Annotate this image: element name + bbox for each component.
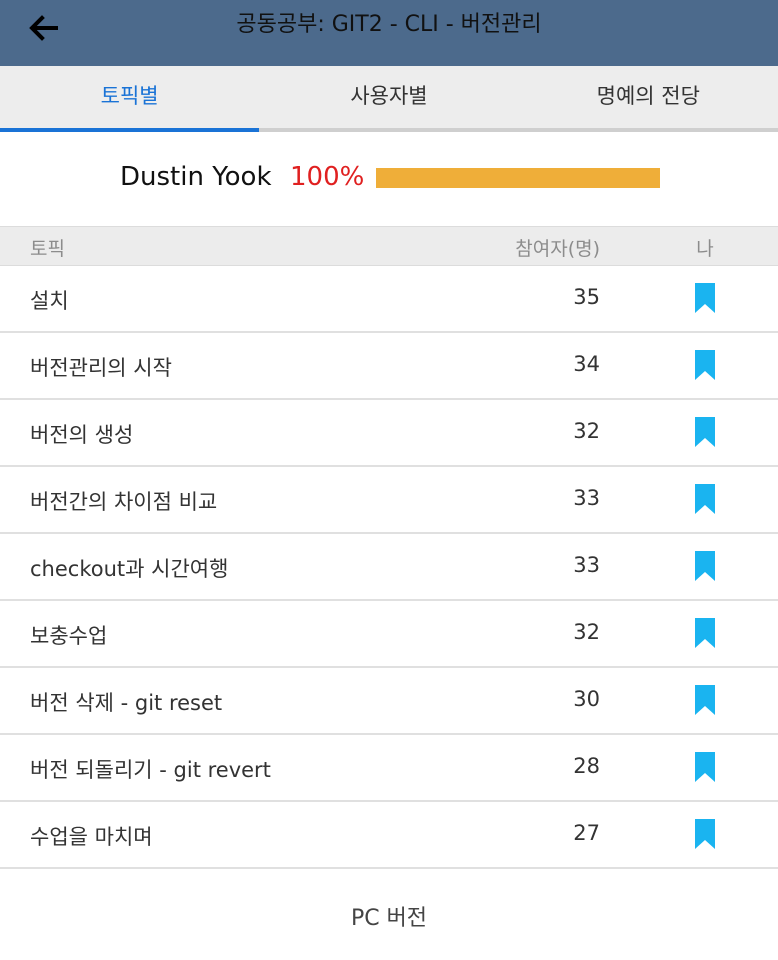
- participant-count: 35: [573, 285, 600, 309]
- participant-count: 33: [573, 553, 600, 577]
- table-header: 토픽 참여자(명) 나: [0, 226, 778, 266]
- bookmark-icon[interactable]: [695, 350, 715, 380]
- tab-by-topic[interactable]: 토픽별: [0, 66, 260, 132]
- bookmark-icon[interactable]: [695, 819, 715, 849]
- tab-bar: 토픽별 사용자별 명예의 전당: [0, 66, 778, 132]
- topic-title: 버전 삭제 - git reset: [30, 691, 223, 715]
- column-header-participants: 참여자(명): [515, 238, 600, 260]
- participant-count: 27: [573, 821, 600, 845]
- participant-count: 34: [573, 352, 600, 376]
- topic-title: 버전간의 차이점 비교: [30, 490, 218, 514]
- topic-title: checkout과 시간여행: [30, 557, 229, 581]
- table-row[interactable]: 버전 되돌리기 - git revert 28: [0, 735, 778, 802]
- topic-list: 설치 35 버전관리의 시작 34 버전의 생성 32 버전간의 차이점 비교 …: [0, 266, 778, 869]
- tab-hall-of-fame[interactable]: 명예의 전당: [519, 66, 778, 128]
- pc-version-link[interactable]: PC 버전: [0, 900, 778, 932]
- participant-count: 32: [573, 620, 600, 644]
- column-header-me: 나: [696, 238, 714, 260]
- table-row[interactable]: checkout과 시간여행 33: [0, 534, 778, 601]
- participant-count: 28: [573, 754, 600, 778]
- topic-title: 수업을 마치며: [30, 825, 153, 849]
- topic-title: 버전관리의 시작: [30, 356, 172, 380]
- bookmark-icon[interactable]: [695, 618, 715, 648]
- bookmark-icon[interactable]: [695, 484, 715, 514]
- table-row[interactable]: 버전관리의 시작 34: [0, 333, 778, 400]
- participant-count: 33: [573, 486, 600, 510]
- bookmark-icon[interactable]: [695, 417, 715, 447]
- user-progress-summary: Dustin Yook 100%: [0, 132, 778, 226]
- table-row[interactable]: 보충수업 32: [0, 601, 778, 668]
- bookmark-icon[interactable]: [695, 685, 715, 715]
- app-header: 공동공부: GIT2 - CLI - 버전관리: [0, 0, 778, 66]
- topic-title: 보충수업: [30, 624, 108, 648]
- progress-bar: [376, 168, 660, 188]
- table-row[interactable]: 버전의 생성 32: [0, 400, 778, 467]
- column-header-topic: 토픽: [30, 238, 65, 260]
- bookmark-icon[interactable]: [695, 551, 715, 581]
- user-percent: 100%: [290, 162, 365, 192]
- table-row[interactable]: 버전간의 차이점 비교 33: [0, 467, 778, 534]
- topic-title: 설치: [30, 289, 69, 313]
- topic-title: 버전 되돌리기 - git revert: [30, 758, 271, 782]
- progress-bar-fill: [376, 168, 660, 188]
- table-row[interactable]: 버전 삭제 - git reset 30: [0, 668, 778, 735]
- table-row[interactable]: 수업을 마치며 27: [0, 802, 778, 869]
- table-row[interactable]: 설치 35: [0, 266, 778, 333]
- tab-by-user[interactable]: 사용자별: [259, 66, 518, 128]
- bookmark-icon[interactable]: [695, 283, 715, 313]
- participant-count: 32: [573, 419, 600, 443]
- page-title: 공동공부: GIT2 - CLI - 버전관리: [236, 12, 542, 37]
- topic-title: 버전의 생성: [30, 423, 134, 447]
- user-name: Dustin Yook: [120, 162, 272, 192]
- participant-count: 30: [573, 687, 600, 711]
- bookmark-icon[interactable]: [695, 752, 715, 782]
